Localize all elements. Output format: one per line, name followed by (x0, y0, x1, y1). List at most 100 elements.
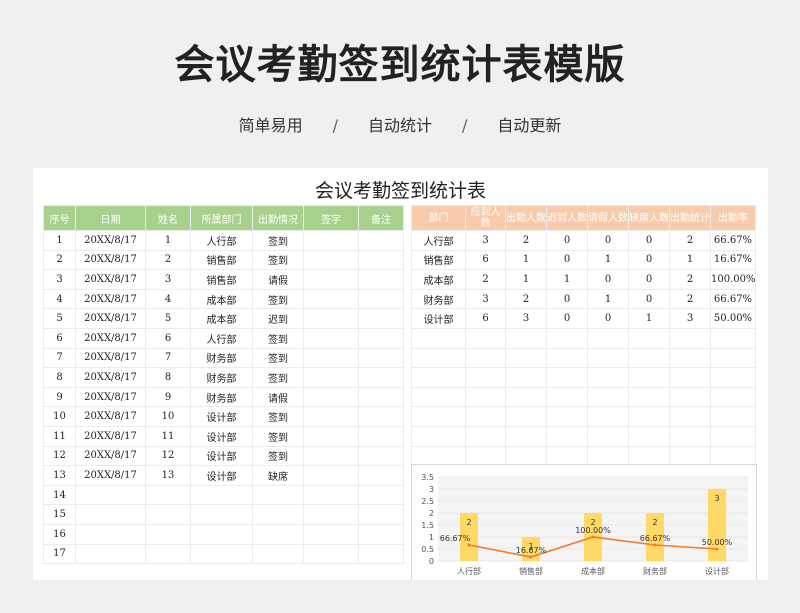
table-cell[interactable] (304, 348, 359, 368)
table-cell[interactable] (304, 270, 359, 290)
table-cell[interactable]: 17 (44, 544, 76, 564)
table-cell[interactable] (359, 505, 404, 525)
table-cell[interactable]: 66.67% (711, 231, 756, 251)
table-cell[interactable]: 3 (44, 270, 76, 290)
table-cell[interactable] (304, 505, 359, 525)
table-cell[interactable]: 12 (44, 446, 76, 466)
table-cell[interactable]: 成本部 (191, 309, 253, 329)
table-cell[interactable]: 100.00% (711, 270, 756, 290)
table-cell[interactable] (359, 309, 404, 329)
table-cell[interactable]: 0 (588, 270, 629, 290)
table-cell[interactable]: 7 (146, 348, 191, 368)
table-cell[interactable] (359, 407, 404, 427)
table-cell[interactable]: 2 (670, 231, 711, 251)
table-cell[interactable] (670, 446, 711, 466)
table-cell[interactable]: 6 (466, 309, 506, 329)
table-cell[interactable] (670, 387, 711, 407)
table-cell[interactable]: 2 (670, 270, 711, 290)
table-cell[interactable]: 14 (44, 485, 76, 505)
table-cell[interactable]: 1 (506, 250, 547, 270)
table-cell[interactable]: 10 (44, 407, 76, 427)
table-cell[interactable]: 0 (588, 309, 629, 329)
table-cell[interactable]: 1 (588, 250, 629, 270)
table-cell[interactable]: 0 (629, 289, 670, 309)
table-cell[interactable] (670, 407, 711, 427)
table-cell[interactable]: 0 (588, 231, 629, 251)
table-cell[interactable] (359, 231, 404, 251)
table-cell[interactable] (146, 485, 191, 505)
table-cell[interactable] (359, 270, 404, 290)
table-cell[interactable] (191, 544, 253, 564)
table-cell[interactable]: 销售部 (191, 250, 253, 270)
table-cell[interactable]: 12 (146, 446, 191, 466)
table-cell[interactable]: 签到 (253, 368, 304, 388)
table-cell[interactable]: 设计部 (191, 426, 253, 446)
table-cell[interactable] (304, 544, 359, 564)
table-cell[interactable]: 设计部 (191, 466, 253, 486)
table-cell[interactable] (412, 407, 466, 427)
table-cell[interactable] (359, 426, 404, 446)
table-cell[interactable] (547, 348, 588, 368)
table-cell[interactable] (359, 289, 404, 309)
table-cell[interactable]: 2 (506, 231, 547, 251)
table-cell[interactable] (466, 328, 506, 348)
table-cell[interactable]: 签到 (253, 446, 304, 466)
table-cell[interactable]: 15 (44, 505, 76, 525)
table-cell[interactable] (304, 426, 359, 446)
table-cell[interactable]: 请假 (253, 270, 304, 290)
table-cell[interactable]: 20XX/8/17 (76, 309, 146, 329)
table-cell[interactable]: 0 (629, 270, 670, 290)
table-cell[interactable]: 销售部 (191, 270, 253, 290)
table-cell[interactable] (711, 348, 756, 368)
table-cell[interactable] (146, 544, 191, 564)
table-cell[interactable] (304, 250, 359, 270)
table-cell[interactable]: 2 (466, 270, 506, 290)
table-cell[interactable] (547, 446, 588, 466)
table-cell[interactable] (629, 426, 670, 446)
table-cell[interactable]: 8 (146, 368, 191, 388)
table-cell[interactable]: 20XX/8/17 (76, 231, 146, 251)
table-cell[interactable] (466, 348, 506, 368)
table-cell[interactable]: 6 (44, 328, 76, 348)
table-cell[interactable] (588, 387, 629, 407)
table-cell[interactable] (588, 446, 629, 466)
table-cell[interactable]: 设计部 (412, 309, 466, 329)
table-cell[interactable]: 1 (44, 231, 76, 251)
table-cell[interactable] (191, 485, 253, 505)
table-cell[interactable]: 7 (44, 348, 76, 368)
table-cell[interactable]: 5 (44, 309, 76, 329)
table-cell[interactable] (588, 426, 629, 446)
table-cell[interactable] (547, 426, 588, 446)
table-cell[interactable]: 66.67% (711, 289, 756, 309)
table-cell[interactable] (304, 446, 359, 466)
table-cell[interactable]: 签到 (253, 426, 304, 446)
table-cell[interactable]: 2 (146, 250, 191, 270)
table-cell[interactable]: 5 (146, 309, 191, 329)
table-cell[interactable] (588, 348, 629, 368)
table-cell[interactable] (506, 407, 547, 427)
table-cell[interactable] (466, 407, 506, 427)
table-cell[interactable] (711, 328, 756, 348)
table-cell[interactable] (304, 485, 359, 505)
table-cell[interactable] (253, 485, 304, 505)
table-cell[interactable]: 人行部 (412, 231, 466, 251)
table-cell[interactable] (506, 387, 547, 407)
table-cell[interactable]: 20XX/8/17 (76, 426, 146, 446)
table-cell[interactable] (506, 348, 547, 368)
table-cell[interactable] (304, 368, 359, 388)
table-cell[interactable] (253, 524, 304, 544)
table-cell[interactable]: 缺席 (253, 466, 304, 486)
table-cell[interactable] (304, 328, 359, 348)
table-cell[interactable]: 签到 (253, 348, 304, 368)
table-cell[interactable] (359, 544, 404, 564)
table-cell[interactable] (711, 426, 756, 446)
table-cell[interactable] (629, 446, 670, 466)
table-cell[interactable]: 请假 (253, 387, 304, 407)
table-cell[interactable]: 1 (588, 289, 629, 309)
table-cell[interactable] (412, 387, 466, 407)
table-cell[interactable]: 1 (629, 309, 670, 329)
table-cell[interactable] (629, 348, 670, 368)
table-cell[interactable] (359, 387, 404, 407)
table-cell[interactable] (506, 368, 547, 388)
table-cell[interactable] (711, 368, 756, 388)
